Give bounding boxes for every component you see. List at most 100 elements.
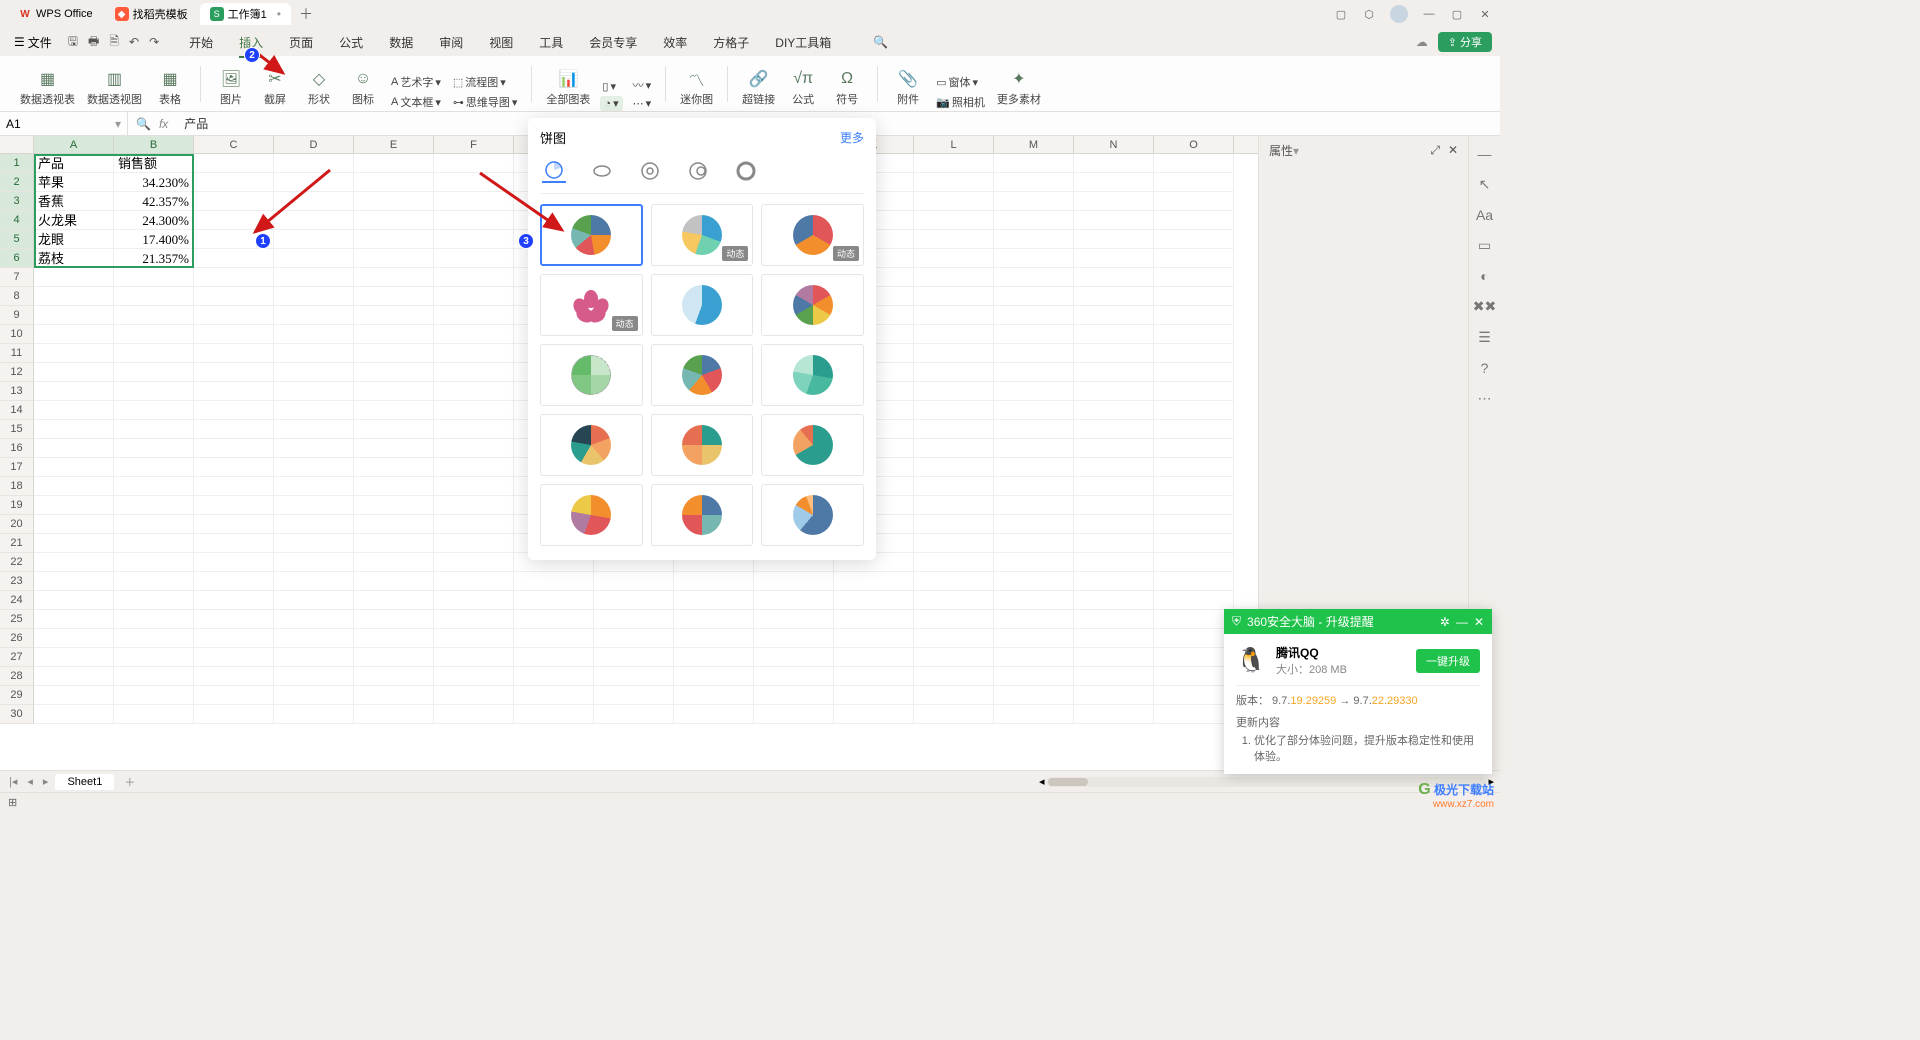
cell[interactable] [1154, 629, 1234, 648]
cell[interactable] [994, 591, 1074, 610]
cell[interactable] [434, 420, 514, 439]
cell[interactable] [1074, 306, 1154, 325]
row-header[interactable]: 15 [0, 420, 34, 439]
cell[interactable] [994, 173, 1074, 192]
cell[interactable] [754, 648, 834, 667]
cell[interactable]: 香蕉 [34, 192, 114, 211]
cell[interactable] [434, 553, 514, 572]
cell[interactable] [1074, 382, 1154, 401]
settings-icon[interactable]: ✖✖ [1473, 298, 1496, 315]
cell[interactable] [274, 192, 354, 211]
more-chart-button[interactable]: ⋯ ▾ [631, 96, 654, 111]
cell[interactable] [834, 572, 914, 591]
cell[interactable] [914, 477, 994, 496]
cell[interactable] [114, 420, 194, 439]
mindmap-button[interactable]: ⊶ 思维导图 ▾ [451, 93, 520, 111]
cell[interactable] [1074, 192, 1154, 211]
cell[interactable] [274, 154, 354, 173]
cell[interactable] [834, 610, 914, 629]
tab-view[interactable]: 视图 [489, 31, 513, 54]
row-header[interactable]: 18 [0, 477, 34, 496]
row-header[interactable]: 10 [0, 325, 34, 344]
cell[interactable] [114, 629, 194, 648]
cell[interactable] [114, 515, 194, 534]
cell[interactable]: 荔枝 [34, 249, 114, 268]
cell[interactable] [194, 705, 274, 724]
wordart-button[interactable]: A 艺术字 ▾ [389, 73, 443, 91]
cell[interactable]: 34.230% [114, 173, 194, 192]
save-icon[interactable]: 🖫 [68, 32, 78, 53]
cell[interactable] [1074, 705, 1154, 724]
chart-type-doughnut[interactable] [638, 159, 662, 183]
cell[interactable] [1154, 249, 1234, 268]
cell[interactable] [114, 667, 194, 686]
cell[interactable] [1074, 686, 1154, 705]
cell[interactable] [1074, 401, 1154, 420]
cell[interactable]: 销售额 [114, 154, 194, 173]
chart-thumb-6[interactable] [761, 274, 864, 336]
cell[interactable] [354, 496, 434, 515]
cell[interactable] [194, 401, 274, 420]
chart-thumb-15[interactable] [761, 484, 864, 546]
cell[interactable] [354, 344, 434, 363]
cell[interactable] [434, 591, 514, 610]
cell[interactable] [914, 363, 994, 382]
cell[interactable] [1074, 648, 1154, 667]
cell[interactable] [594, 705, 674, 724]
cell[interactable] [594, 629, 674, 648]
cell[interactable] [994, 534, 1074, 553]
cell[interactable] [594, 686, 674, 705]
chart-type-3dpie[interactable] [590, 159, 614, 183]
cell[interactable] [1154, 534, 1234, 553]
collapse-icon[interactable]: — [1478, 146, 1492, 162]
cell[interactable] [914, 610, 994, 629]
user-avatar-icon[interactable] [1390, 5, 1408, 23]
cell[interactable] [34, 401, 114, 420]
cell[interactable] [34, 496, 114, 515]
cell[interactable]: 火龙果 [34, 211, 114, 230]
chart-type-pie[interactable] [542, 159, 566, 183]
chart-thumb-5[interactable] [651, 274, 754, 336]
tab-start[interactable]: 开始 [189, 31, 213, 54]
cell[interactable] [914, 325, 994, 344]
cell[interactable] [434, 439, 514, 458]
chart-thumb-7[interactable] [540, 344, 643, 406]
row-header[interactable]: 7 [0, 268, 34, 287]
cell[interactable] [114, 287, 194, 306]
add-sheet-button[interactable]: ＋ [118, 774, 141, 790]
picture-button[interactable]: 🖼图片 [213, 65, 249, 111]
cell[interactable] [834, 705, 914, 724]
pie-chart-button[interactable]: ◔ ▾ [600, 96, 622, 111]
cell[interactable] [994, 572, 1074, 591]
notify-close[interactable]: ✕ [1474, 615, 1484, 629]
cell[interactable] [1154, 363, 1234, 382]
col-header-N[interactable]: N [1074, 136, 1154, 153]
textbox-button[interactable]: A 文本框 ▾ [389, 93, 443, 111]
cell[interactable] [434, 268, 514, 287]
col-header-D[interactable]: D [274, 136, 354, 153]
cell[interactable] [274, 591, 354, 610]
cell[interactable] [354, 610, 434, 629]
icon-button[interactable]: ☺图标 [345, 65, 381, 111]
cell[interactable] [834, 591, 914, 610]
flowchart-button[interactable]: ⬚ 流程图 ▾ [451, 73, 520, 91]
chart-thumb-8[interactable] [651, 344, 754, 406]
cell[interactable]: 17.400% [114, 230, 194, 249]
cell[interactable] [914, 648, 994, 667]
cell[interactable] [434, 458, 514, 477]
cell[interactable] [434, 344, 514, 363]
cell[interactable] [274, 420, 354, 439]
row-header[interactable]: 9 [0, 306, 34, 325]
cell[interactable] [1154, 230, 1234, 249]
cell[interactable] [274, 249, 354, 268]
col-header-M[interactable]: M [994, 136, 1074, 153]
cell[interactable] [1074, 230, 1154, 249]
cell[interactable] [34, 287, 114, 306]
cell[interactable] [354, 420, 434, 439]
cell[interactable] [434, 173, 514, 192]
cell[interactable] [1154, 496, 1234, 515]
cell[interactable] [194, 591, 274, 610]
pivot-table-button[interactable]: ▦数据透视表 [18, 65, 77, 111]
cell[interactable] [434, 154, 514, 173]
chart-panel-more[interactable]: 更多 [840, 129, 864, 146]
